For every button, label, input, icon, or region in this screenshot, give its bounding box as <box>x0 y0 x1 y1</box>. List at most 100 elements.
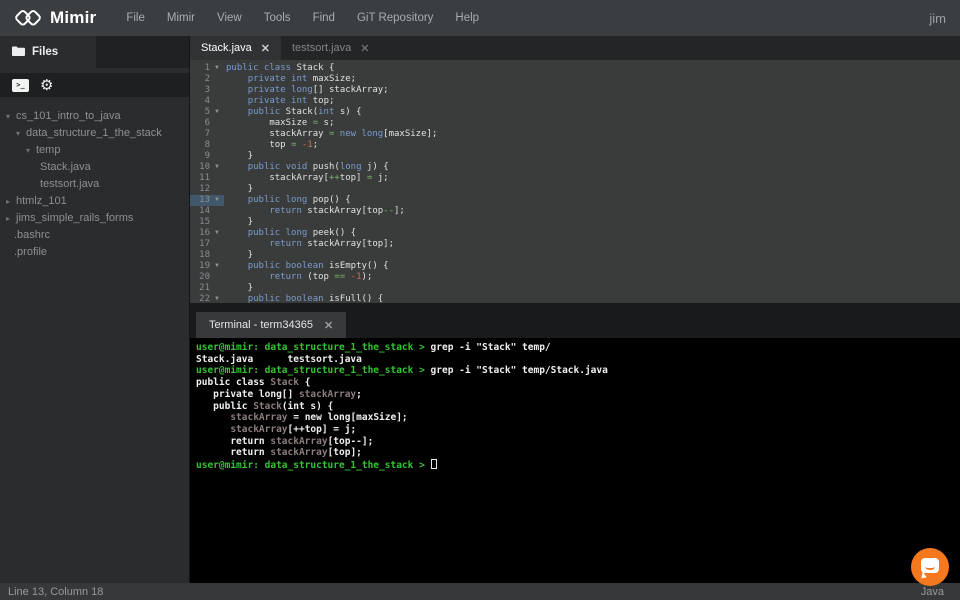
line-gutter[interactable]: 18 <box>190 250 224 261</box>
fold-arrow-icon[interactable]: ▼ <box>210 162 224 173</box>
chevron-right-icon[interactable]: ▸ <box>6 210 16 227</box>
fold-arrow-icon[interactable] <box>210 239 224 250</box>
close-icon[interactable]: ✕ <box>261 42 270 55</box>
tree-item-label: htmlz_101 <box>16 195 67 207</box>
chat-button[interactable] <box>911 548 949 586</box>
tree-item-profile[interactable]: .profile <box>0 244 189 261</box>
code-line: 18 } <box>190 250 960 261</box>
fold-arrow-icon[interactable] <box>210 74 224 85</box>
code-text: } <box>226 151 254 161</box>
code-text: maxSize = s; <box>226 118 335 128</box>
fold-arrow-icon[interactable] <box>210 96 224 107</box>
line-gutter[interactable]: 2 <box>190 74 224 85</box>
tree-item-jims-simple-rails-forms[interactable]: ▸ jims_simple_rails_forms <box>0 210 189 227</box>
line-number: 13 <box>199 195 210 205</box>
line-gutter[interactable]: 3 <box>190 85 224 96</box>
chevron-down-icon[interactable]: ▾ <box>16 125 26 142</box>
code-text: stackArray = new long[maxSize]; <box>226 129 438 139</box>
fold-arrow-icon[interactable] <box>210 217 224 228</box>
line-gutter[interactable]: 10 ▼ <box>190 162 224 173</box>
fold-arrow-icon[interactable] <box>210 151 224 162</box>
user-menu[interactable]: jim <box>929 11 946 26</box>
menu-find[interactable]: Find <box>313 12 335 24</box>
fold-arrow-icon[interactable] <box>210 173 224 184</box>
gear-icon[interactable]: ⚙ <box>40 78 53 93</box>
terminal-icon[interactable]: >_ <box>12 78 29 92</box>
fold-arrow-icon[interactable]: ▼ <box>210 261 224 272</box>
menu-git-repository[interactable]: GiT Repository <box>357 12 433 24</box>
line-gutter[interactable]: 16 ▼ <box>190 228 224 239</box>
code-line: 2 private int maxSize; <box>190 74 960 85</box>
line-gutter[interactable]: 12 <box>190 184 224 195</box>
fold-arrow-icon[interactable]: ▼ <box>210 107 224 118</box>
line-gutter[interactable]: 5 ▼ <box>190 107 224 118</box>
code-text: return stackArray[top]; <box>269 239 394 249</box>
tab-testsort-java[interactable]: testsort.java ✕ <box>281 36 381 60</box>
fold-arrow-icon[interactable] <box>210 118 224 129</box>
close-icon[interactable]: ✕ <box>324 319 333 332</box>
tree-item-bashrc[interactable]: .bashrc <box>0 227 189 244</box>
fold-arrow-icon[interactable]: ▼ <box>210 228 224 239</box>
code-line: 8 top = -1; <box>190 140 960 151</box>
tab-files[interactable]: Files <box>0 36 96 68</box>
line-gutter[interactable]: 6 <box>190 118 224 129</box>
terminal-line: stackArray[++top] = j; <box>230 423 357 435</box>
line-gutter[interactable]: 9 <box>190 151 224 162</box>
menu-help[interactable]: Help <box>455 12 479 24</box>
line-gutter[interactable]: 22 ▼ <box>190 294 224 303</box>
tree-item-htmlz-101[interactable]: ▸ htmlz_101 <box>0 193 189 210</box>
close-icon[interactable]: ✕ <box>360 42 369 55</box>
menu-view[interactable]: View <box>217 12 242 24</box>
fold-arrow-icon[interactable] <box>210 283 224 294</box>
line-gutter[interactable]: 1 ▼ <box>190 63 224 74</box>
tree-item-stack-java[interactable]: Stack.java <box>0 159 189 176</box>
tree-item-label: Stack.java <box>40 161 91 173</box>
terminal-line: return stackArray[top--]; <box>196 435 374 447</box>
code-text: private int top; <box>247 96 335 106</box>
tree-item-temp[interactable]: ▾ temp <box>0 142 189 159</box>
terminal-cursor <box>430 459 437 470</box>
code-editor[interactable]: 1 ▼ public class Stack {2 private int maxS… <box>190 60 960 303</box>
tree-item-data-structure-1-the-stack[interactable]: ▾ data_structure_1_the_stack <box>0 125 189 142</box>
tab-terminal[interactable]: Terminal - term34365 ✕ <box>196 312 347 338</box>
line-gutter[interactable]: 11 <box>190 173 224 184</box>
fold-arrow-icon[interactable]: ▼ <box>210 294 224 303</box>
chevron-right-icon[interactable]: ▸ <box>6 193 16 210</box>
fold-arrow-icon[interactable] <box>210 250 224 261</box>
fold-arrow-icon[interactable]: ▼ <box>210 63 224 74</box>
tree-item-cs-101-intro-to-java[interactable]: ▾ cs_101_intro_to_java <box>0 108 189 125</box>
code-text: } <box>226 250 254 260</box>
line-number: 21 <box>199 283 210 293</box>
fold-arrow-icon[interactable] <box>210 85 224 96</box>
line-gutter[interactable]: 15 <box>190 217 224 228</box>
fold-arrow-icon[interactable] <box>210 184 224 195</box>
menu-file[interactable]: File <box>126 12 145 24</box>
fold-arrow-icon[interactable] <box>210 140 224 151</box>
chevron-down-icon[interactable]: ▾ <box>6 108 16 125</box>
line-gutter[interactable]: 4 <box>190 96 224 107</box>
line-number: 3 <box>204 85 210 95</box>
menu-mimir[interactable]: Mimir <box>167 12 195 24</box>
line-gutter[interactable]: 19 ▼ <box>190 261 224 272</box>
chevron-down-icon[interactable]: ▾ <box>26 142 36 159</box>
fold-arrow-icon[interactable]: ▼ <box>210 195 224 206</box>
line-gutter[interactable]: 14 <box>190 206 224 217</box>
line-gutter[interactable]: 20 <box>190 272 224 283</box>
fold-arrow-icon[interactable] <box>210 272 224 283</box>
line-gutter[interactable]: 7 <box>190 129 224 140</box>
line-number: 22 <box>199 294 210 303</box>
fold-arrow-icon[interactable] <box>210 129 224 140</box>
fold-arrow-icon[interactable] <box>210 206 224 217</box>
tree-item-label: .bashrc <box>14 229 51 241</box>
tree-item-testsort-java[interactable]: testsort.java <box>0 176 189 193</box>
line-number: 18 <box>199 250 210 260</box>
code-line: 6 maxSize = s; <box>190 118 960 129</box>
line-gutter[interactable]: 17 <box>190 239 224 250</box>
tab-stack-java[interactable]: Stack.java ✕ <box>190 36 281 60</box>
line-gutter[interactable]: 8 <box>190 140 224 151</box>
line-gutter[interactable]: 13 ▼ <box>190 195 224 206</box>
line-gutter[interactable]: 21 <box>190 283 224 294</box>
code-text: top = -1; <box>226 140 319 150</box>
menu-tools[interactable]: Tools <box>264 12 291 24</box>
terminal-output[interactable]: user@mimir: data_structure_1_the_stack >… <box>190 338 960 583</box>
